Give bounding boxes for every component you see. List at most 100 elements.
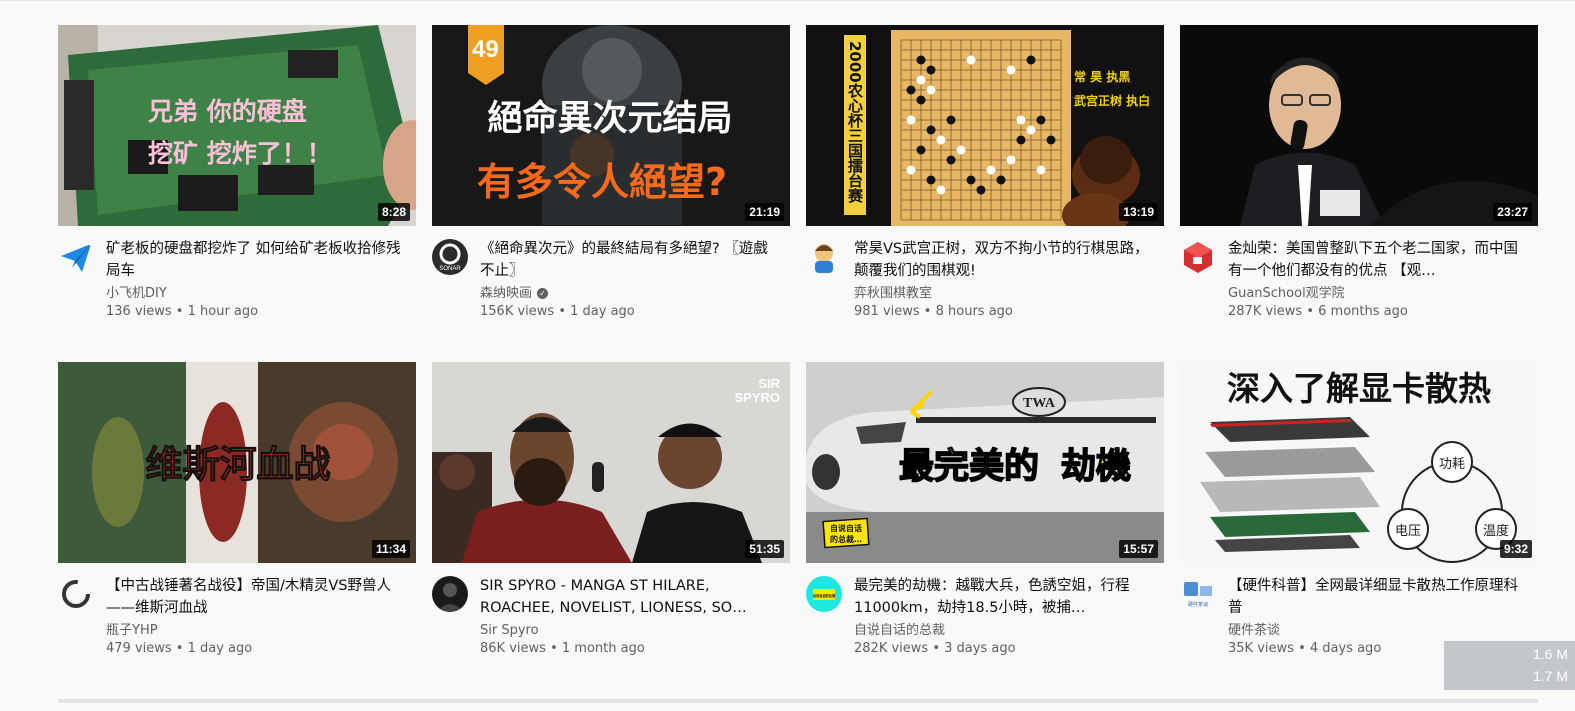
thumb-node-label: 电压 [1395, 524, 1421, 539]
avatar-text: 硬件茶谈 [1188, 601, 1208, 608]
thumb-caption: 兄弟 你的硬盘 [147, 97, 307, 126]
video-meta: 282K views • 3 days ago [854, 640, 1016, 658]
thumb-caption: 絕命異次元结局 [487, 98, 732, 139]
view-count: 156K views [480, 304, 555, 319]
channel-name[interactable]: 瓶子YHP [106, 622, 158, 640]
channel-logo-icon: 自说自话的总裁 [806, 576, 842, 612]
view-count: 282K views [854, 641, 929, 656]
sonar-logo-icon: SONAR [432, 239, 468, 275]
video-meta: 86K views • 1 month ago [480, 640, 645, 658]
view-count: 35K views [1228, 641, 1294, 656]
thumb-caption: 深入了解显卡散热 [1227, 369, 1491, 408]
video-thumbnail[interactable]: 深入了解显卡散热 功耗 电压 温度 9:32 [1180, 362, 1538, 563]
channel-avatar[interactable] [432, 576, 468, 612]
video-title[interactable]: 【中古战锤著名战役】帝国/木精灵VS野兽人——维斯河血战 [106, 575, 406, 619]
separator-dot: • [1306, 304, 1314, 319]
thumb-logo-text: SIR [758, 376, 780, 391]
video-title[interactable]: SIR SPYRO - MANGA ST HILARE, ROACHEE, NO… [480, 575, 780, 619]
channel-name[interactable]: Sir Spyro [480, 622, 539, 640]
video-thumbnail[interactable]: 兄弟 你的硬盘 挖矿 挖炸了！！ 8:28 [58, 25, 416, 226]
verified-check-icon: ✓ [537, 288, 549, 299]
channel-name-text[interactable]: GuanSchool观学院 [1228, 286, 1345, 301]
thumb-caption: 挖矿 挖炸了！！ [148, 139, 332, 168]
thumb-caption: 常 昊 执黑 [1074, 69, 1130, 84]
channel-name-text[interactable]: 小飞机DIY [106, 286, 167, 301]
upload-age: 1 day ago [187, 641, 253, 656]
separator-dot: • [932, 641, 940, 656]
channel-name[interactable]: 自说自话的总裁 [854, 622, 945, 640]
overlay-stat: 1.6 M [1533, 646, 1569, 662]
section-divider [58, 699, 1538, 703]
channel-name[interactable]: 森纳映画 ✓ [480, 285, 549, 303]
view-count: 136 views [106, 304, 172, 319]
channel-name-text[interactable]: Sir Spyro [480, 623, 539, 638]
thumb-caption: 最完美的 [899, 446, 1039, 487]
channel-name-text[interactable]: 硬件茶谈 [1228, 623, 1280, 638]
separator-dot: • [558, 304, 566, 319]
channel-name[interactable]: GuanSchool观学院 [1228, 285, 1345, 303]
cartoon-character-icon [806, 239, 842, 275]
video-title[interactable]: 《絕命異次元》的最終結局有多絕望? 〖遊戲不止〗 [480, 238, 780, 282]
thumb-logo-text: SPYRO [734, 390, 780, 405]
channel-name[interactable]: 弈秋围棋教室 [854, 285, 932, 303]
avatar-text: 自说自话的总裁 [813, 593, 836, 598]
channel-name-text[interactable]: 森纳映画 [480, 286, 532, 301]
view-count: 479 views [106, 641, 172, 656]
channel-avatar[interactable] [58, 239, 94, 275]
video-thumbnail[interactable]: 23:27 [1180, 25, 1538, 226]
video-title[interactable]: 【硬件科普】全网最详细显卡散热工作原理科普 [1228, 575, 1528, 619]
gpu-exploded-illustration [1200, 417, 1380, 552]
channel-name-text[interactable]: 瓶子YHP [106, 623, 158, 638]
video-thumbnail[interactable]: 49 絕命異次元结局 有多令人絕望? 21:19 [432, 25, 790, 226]
thumb-sticker-text: 的总裁… [830, 534, 862, 544]
upload-age: 4 days ago [1309, 641, 1382, 656]
floating-stats-overlay: 1.6 M 1.7 M [1444, 641, 1575, 690]
video-title[interactable]: 常昊VS武宫正树，双方不拘小节的行棋思路，颠覆我们的围棋观! [854, 238, 1154, 282]
video-thumbnail[interactable]: 2000农心杯三国擂台赛 常 昊 执黑 武宫正树 执白 13:19 [806, 25, 1164, 226]
separator-dot: • [175, 641, 184, 656]
overlay-stat: 1.7 M [1533, 668, 1569, 684]
upload-age: 1 hour ago [187, 304, 259, 319]
duration-badge: 9:32 [1499, 540, 1532, 558]
duration-badge: 51:35 [745, 540, 784, 558]
upload-age: 1 day ago [570, 304, 635, 319]
video-thumbnail[interactable]: TWA 最完美的 劫機 自说自话 的总裁… 15:57 [806, 362, 1164, 563]
channel-avatar[interactable]: SONAR [432, 239, 468, 275]
video-title[interactable]: 最完美的劫機：越戰大兵，色誘空姐，行程11000km，劫持18.5小時，被捕… [854, 575, 1154, 619]
thumb-badge-number: 49 [472, 36, 499, 63]
upload-age: 1 month ago [561, 641, 645, 656]
channel-avatar[interactable] [58, 576, 94, 612]
separator-dot: • [550, 641, 558, 656]
view-count: 86K views [480, 641, 546, 656]
channel-avatar[interactable] [1180, 239, 1216, 275]
video-thumbnail[interactable]: 维斯河血战 11:34 [58, 362, 416, 563]
upload-age: 6 months ago [1318, 304, 1408, 319]
channel-name-text[interactable]: 自说自话的总裁 [854, 623, 945, 638]
channel-name[interactable]: 硬件茶谈 [1228, 622, 1280, 640]
thumb-node-label: 功耗 [1439, 457, 1465, 472]
video-meta: 156K views • 1 day ago [480, 303, 635, 321]
video-thumbnail[interactable]: SIR SPYRO 51:35 [432, 362, 790, 563]
duration-badge: 15:57 [1119, 540, 1158, 558]
separator-dot: • [923, 304, 932, 319]
channel-name-text[interactable]: 弈秋围棋教室 [854, 286, 932, 301]
channel-avatar[interactable]: 自说自话的总裁 [806, 576, 842, 612]
duration-badge: 21:19 [745, 203, 784, 221]
paper-plane-icon [58, 239, 94, 275]
loading-ring-icon [58, 576, 94, 612]
thumb-airline-text: TWA [1023, 396, 1056, 411]
view-count: 287K views [1228, 304, 1303, 319]
video-meta: 981 views • 8 hours ago [854, 303, 1013, 321]
top-border [0, 0, 1575, 1]
video-title[interactable]: 矿老板的硬盘都挖炸了 如何给矿老板收拾修残局车 [106, 238, 406, 282]
thumb-caption: 武宫正树 执白 [1074, 93, 1150, 108]
thumb-caption: 维斯河血战 [146, 443, 331, 486]
video-title[interactable]: 金灿荣：美国曾整趴下五个老二国家，而中国有一个他们都没有的优点 【观… [1228, 238, 1528, 282]
channel-name[interactable]: 小飞机DIY [106, 285, 167, 303]
red-cube-logo-icon [1180, 239, 1216, 275]
avatar-text: SONAR [439, 266, 461, 272]
video-meta: 136 views • 1 hour ago [106, 303, 258, 321]
channel-avatar[interactable] [806, 239, 842, 275]
channel-avatar[interactable]: 硬件茶谈 [1180, 576, 1216, 612]
duration-badge: 13:19 [1119, 203, 1158, 221]
